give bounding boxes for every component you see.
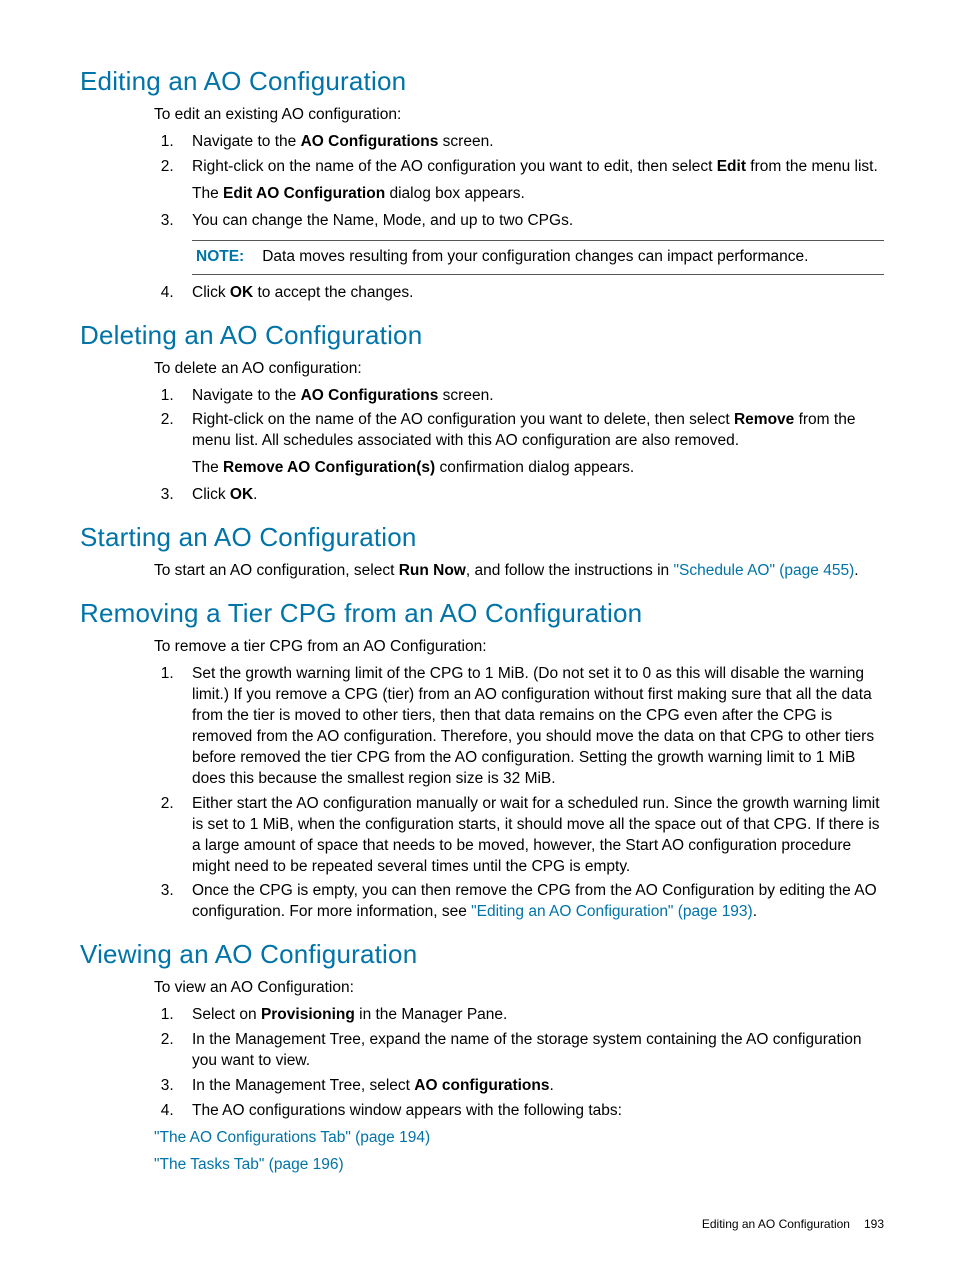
list-item: Navigate to the AO Configurations screen… xyxy=(178,386,884,407)
heading-deleting: Deleting an AO Configuration xyxy=(80,318,884,353)
ordered-list: Navigate to the AO Configurations screen… xyxy=(154,132,884,304)
link-editing-ao[interactable]: "Editing an AO Configuration" (page 193) xyxy=(471,903,753,920)
heading-starting: Starting an AO Configuration xyxy=(80,520,884,555)
intro-text: To edit an existing AO configuration: xyxy=(154,105,884,126)
list-item: Click OK to accept the changes. xyxy=(178,283,884,304)
list-item: The AO configurations window appears wit… xyxy=(178,1101,884,1122)
list-item: In the Management Tree, select AO config… xyxy=(178,1076,884,1097)
page-footer: Editing an AO Configuration 193 xyxy=(80,1216,884,1232)
note-label: NOTE: xyxy=(196,248,244,265)
paragraph: To start an AO configuration, select Run… xyxy=(154,561,884,582)
intro-text: To remove a tier CPG from an AO Configur… xyxy=(154,637,884,658)
section-starting: To start an AO configuration, select Run… xyxy=(154,561,884,582)
note-text: Data moves resulting from your configura… xyxy=(262,248,808,265)
list-item: In the Management Tree, expand the name … xyxy=(178,1030,884,1072)
heading-removing-tier: Removing a Tier CPG from an AO Configura… xyxy=(80,596,884,631)
heading-viewing: Viewing an AO Configuration xyxy=(80,937,884,972)
list-item: You can change the Name, Mode, and up to… xyxy=(178,211,884,275)
section-removing-tier: To remove a tier CPG from an AO Configur… xyxy=(154,637,884,923)
footer-section: Editing an AO Configuration xyxy=(702,1217,850,1231)
list-item: Navigate to the AO Configurations screen… xyxy=(178,132,884,153)
page-number: 193 xyxy=(864,1217,884,1231)
list-item: Select on Provisioning in the Manager Pa… xyxy=(178,1005,884,1026)
section-editing: To edit an existing AO configuration: Na… xyxy=(154,105,884,303)
note-box: NOTE: Data moves resulting from your conf… xyxy=(192,240,884,275)
list-item: Set the growth warning limit of the CPG … xyxy=(178,664,884,790)
list-item: Right-click on the name of the AO config… xyxy=(178,410,884,479)
sub-text: The Edit AO Configuration dialog box app… xyxy=(192,184,884,205)
link-ao-config-tab[interactable]: "The AO Configurations Tab" (page 194) xyxy=(154,1129,430,1146)
ordered-list: Navigate to the AO Configurations screen… xyxy=(154,386,884,507)
ordered-list: Select on Provisioning in the Manager Pa… xyxy=(154,1005,884,1122)
sub-text: The Remove AO Configuration(s) confirmat… xyxy=(192,458,884,479)
link-schedule-ao[interactable]: "Schedule AO" (page 455) xyxy=(673,562,854,579)
ordered-list: Set the growth warning limit of the CPG … xyxy=(154,664,884,923)
list-item: Click OK. xyxy=(178,485,884,506)
list-item: Right-click on the name of the AO config… xyxy=(178,157,884,205)
link-tasks-tab[interactable]: "The Tasks Tab" (page 196) xyxy=(154,1156,344,1173)
section-deleting: To delete an AO configuration: Navigate … xyxy=(154,359,884,507)
list-item: Once the CPG is empty, you can then remo… xyxy=(178,881,884,923)
intro-text: To view an AO Configuration: xyxy=(154,978,884,999)
intro-text: To delete an AO configuration: xyxy=(154,359,884,380)
section-viewing: To view an AO Configuration: Select on P… xyxy=(154,978,884,1175)
list-item: Either start the AO configuration manual… xyxy=(178,794,884,878)
heading-editing: Editing an AO Configuration xyxy=(80,64,884,99)
